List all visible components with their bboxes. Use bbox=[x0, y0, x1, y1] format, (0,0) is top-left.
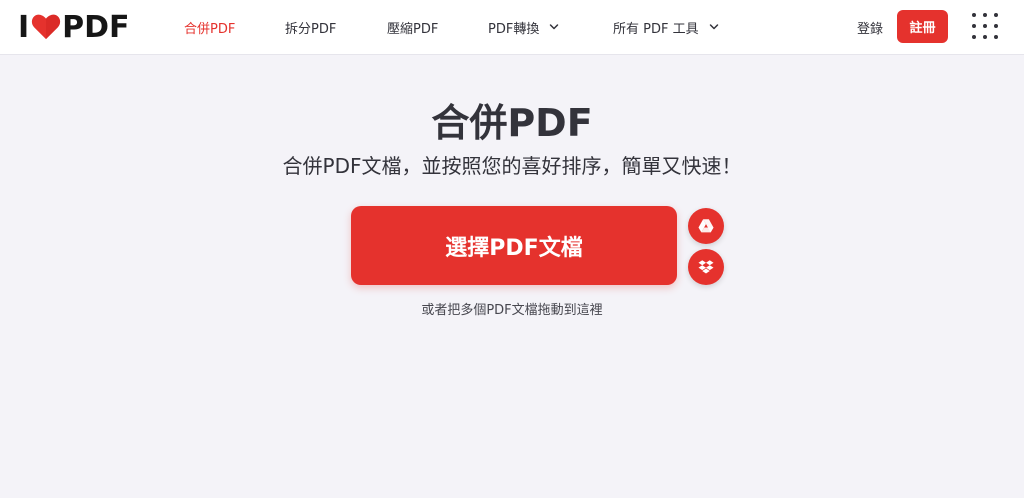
select-pdf-label: 選擇PDF文檔 bbox=[445, 235, 583, 261]
signup-button[interactable]: 註冊 bbox=[897, 10, 948, 43]
drop-hint-text: 或者把多個PDF文檔拖動到這裡 bbox=[421, 303, 603, 318]
nav-compress-pdf-label: 壓縮PDF bbox=[387, 21, 439, 37]
nav-split-pdf-label: 拆分PDF bbox=[285, 21, 337, 37]
chevron-down-icon bbox=[550, 24, 559, 30]
nav-convert-pdf[interactable]: PDF轉換 bbox=[488, 17, 559, 37]
grid-menu-icon[interactable] bbox=[972, 13, 998, 39]
dropbox-button[interactable] bbox=[688, 249, 724, 285]
google-drive-icon bbox=[698, 219, 714, 233]
nav-all-pdf-tools-label: 所有 PDF 工具 bbox=[613, 21, 699, 37]
dropbox-icon bbox=[698, 260, 714, 274]
page-title: 合併PDF bbox=[431, 101, 593, 145]
signup-label: 註冊 bbox=[909, 21, 936, 36]
top-navbar: I PDF 合併PDF 拆分PDF 壓縮PDF PDF轉換 所有 PDF 工具 … bbox=[0, 0, 1024, 55]
nav-split-pdf[interactable]: 拆分PDF bbox=[285, 17, 336, 37]
nav-merge-pdf-label: 合併PDF bbox=[184, 21, 236, 37]
heart-icon bbox=[32, 14, 61, 40]
select-pdf-button[interactable]: 選擇PDF文檔 bbox=[351, 206, 677, 285]
nav-all-pdf-tools[interactable]: 所有 PDF 工具 bbox=[613, 17, 719, 37]
nav-compress-pdf[interactable]: 壓縮PDF bbox=[387, 17, 438, 37]
page-subtitle: 合併PDF文檔，並按照您的喜好排序，簡單又快速！ bbox=[282, 154, 742, 178]
nav-merge-pdf[interactable]: 合併PDF bbox=[184, 17, 235, 37]
nav-convert-pdf-label: PDF轉換 bbox=[488, 21, 540, 37]
logo-text-i: I bbox=[18, 9, 30, 45]
google-drive-button[interactable] bbox=[688, 208, 724, 244]
chevron-down-icon bbox=[709, 24, 718, 30]
ilovepdf-logo[interactable]: I PDF bbox=[18, 9, 130, 45]
login-link[interactable]: 登錄 bbox=[857, 17, 883, 37]
login-label: 登錄 bbox=[857, 21, 884, 37]
logo-text-pdf: PDF bbox=[62, 9, 130, 45]
